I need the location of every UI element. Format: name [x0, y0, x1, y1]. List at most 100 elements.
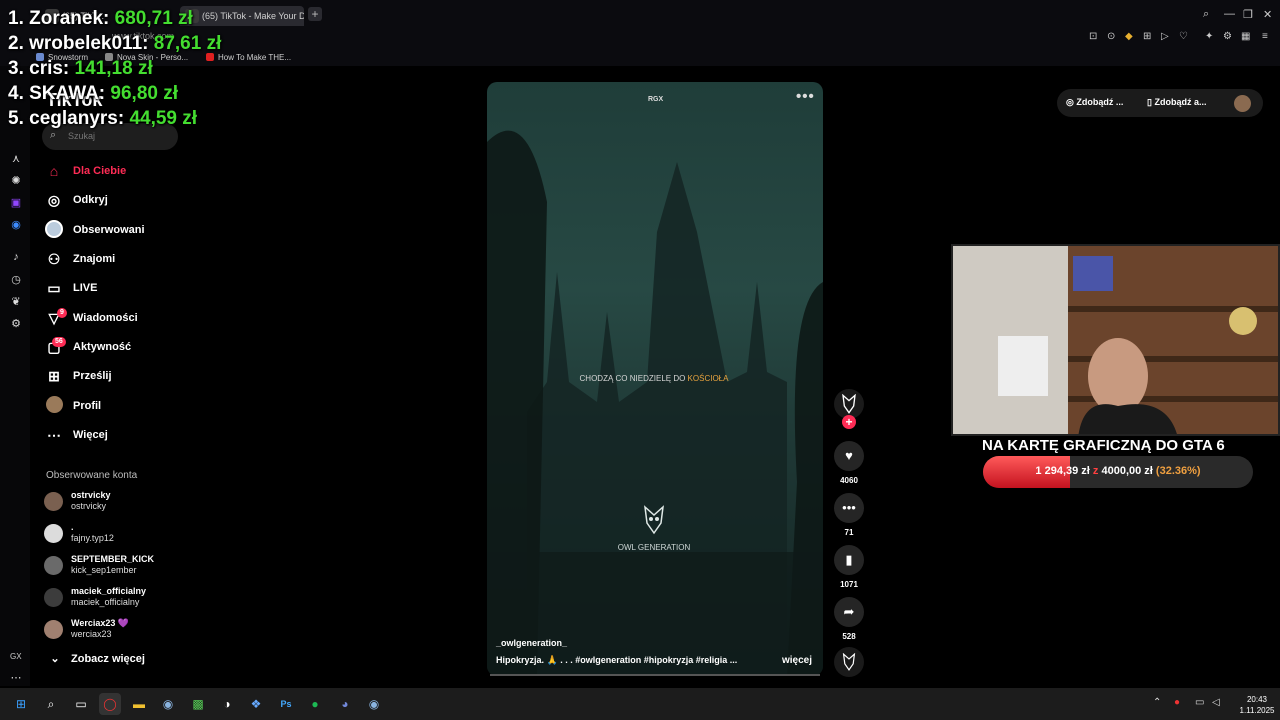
- messages-badge: 9: [57, 308, 67, 318]
- video-options-icon[interactable]: •••: [796, 88, 815, 105]
- screenshot-icon[interactable]: ⊞: [1143, 31, 1151, 42]
- music-icon[interactable]: ♪: [9, 250, 23, 264]
- nav-friends[interactable]: ⚇ Znajomi: [42, 246, 178, 272]
- camera-icon[interactable]: ⊙: [1107, 31, 1115, 42]
- goal-amounts: 1 294,39 zł z 4000,00 zł (32.36%): [1035, 465, 1201, 477]
- nav-live[interactable]: ▭ LIVE: [42, 275, 178, 301]
- obs-icon[interactable]: ◑: [216, 693, 238, 715]
- twitch-icon[interactable]: ▣: [9, 196, 23, 210]
- followed-account[interactable]: . fajny.typ12: [44, 520, 184, 548]
- video-brand-text: OWL GENERATION: [617, 543, 691, 552]
- taskbar-clock[interactable]: 20:43 1.11.2025: [1238, 694, 1276, 716]
- search-input[interactable]: [68, 128, 168, 144]
- owl-avatar-icon: [842, 393, 856, 414]
- start-icon[interactable]: ⊞: [10, 693, 32, 715]
- avatar: [44, 492, 63, 511]
- donation-entry: 3. cris: 141,18 zł: [8, 58, 153, 79]
- description-more-button[interactable]: więcej: [782, 655, 812, 666]
- settings-icon[interactable]: ⚙: [9, 317, 23, 331]
- discord-icon[interactable]: ◕: [334, 693, 356, 715]
- heart-outline-icon[interactable]: ♡: [1179, 31, 1188, 42]
- get-app-button[interactable]: ▯ Zdobądź a...: [1147, 97, 1206, 108]
- followed-accounts-heading: Obserwowane konta: [46, 470, 138, 481]
- activity-badge: 56: [52, 337, 66, 347]
- more-icon[interactable]: ⋯: [9, 671, 23, 685]
- spotify-icon[interactable]: ●: [304, 693, 326, 715]
- steam-icon-2[interactable]: ◉: [363, 693, 385, 715]
- see-more-button[interactable]: ⌄ Zobacz więcej: [44, 652, 145, 665]
- avatar: [44, 556, 63, 575]
- donation-entry: 2. wrobelek011: 87,61 zł: [8, 33, 222, 54]
- video-author[interactable]: _owlgeneration_: [496, 638, 567, 648]
- chevron-down-icon: ⌄: [50, 653, 60, 665]
- live-icon: ▭: [47, 279, 61, 296]
- microphone-icon[interactable]: ●: [1174, 697, 1180, 708]
- play-icon[interactable]: ▷: [1161, 31, 1169, 42]
- network-icon[interactable]: ▭: [1195, 697, 1204, 708]
- tab-title: (65) TikTok - Make Your D: [202, 11, 304, 21]
- user-avatar[interactable]: [1234, 95, 1251, 112]
- donation-entry: 4. SKAWA: 96,80 zł: [8, 83, 179, 104]
- messenger-icon[interactable]: ◉: [9, 218, 23, 232]
- search-icon[interactable]: ⌕: [40, 693, 62, 715]
- following-avatar-icon: [42, 219, 66, 241]
- video-progress-bar[interactable]: [490, 674, 820, 676]
- followed-account[interactable]: SEPTEMBER_KICK kick_sep1ember: [44, 552, 184, 580]
- minimize-icon[interactable]: —: [1224, 8, 1235, 20]
- photoshop-icon[interactable]: Ps: [275, 693, 297, 715]
- nav-for-you[interactable]: ⌂ Dla Ciebie: [42, 158, 178, 184]
- nav-explore[interactable]: ◎ Odkryj: [42, 187, 178, 213]
- follow-plus-button[interactable]: +: [842, 415, 856, 429]
- avatar: [44, 620, 63, 639]
- friends-icon: ⚇: [47, 250, 61, 267]
- comment-count: 71: [844, 528, 854, 537]
- save-count: 1071: [840, 580, 858, 589]
- new-tab-button[interactable]: +: [308, 7, 322, 21]
- davinci-icon[interactable]: ❖: [245, 693, 267, 715]
- nav-upload[interactable]: ⊞ Prześlij: [42, 363, 178, 389]
- donation-entry: 1. Zoranek: 680,71 zł: [8, 8, 193, 29]
- followed-account[interactable]: maciek_officialny maciek_officialny: [44, 584, 184, 612]
- nav-profile[interactable]: Profil: [42, 393, 178, 419]
- like-button[interactable]: ♥: [834, 441, 864, 471]
- menu-icon[interactable]: ≡: [1262, 31, 1268, 42]
- close-icon[interactable]: ✕: [1263, 8, 1272, 21]
- restore-icon[interactable]: ❐: [1243, 8, 1253, 21]
- volume-icon[interactable]: ◁: [1212, 697, 1220, 708]
- share-count: 528: [842, 632, 856, 641]
- nav-more[interactable]: ⋯ Więcej: [42, 422, 178, 448]
- home-icon: ⌂: [49, 163, 59, 179]
- followed-account[interactable]: ostrvicky ostrvicky: [44, 488, 184, 516]
- save-button[interactable]: ▮: [834, 545, 864, 575]
- task-view-icon[interactable]: ▭: [70, 693, 92, 715]
- clock-icon[interactable]: ◷: [9, 273, 23, 287]
- avatar: [44, 588, 63, 607]
- gx-label: GX: [10, 652, 22, 661]
- steam-icon[interactable]: ◉: [157, 693, 179, 715]
- openai-icon[interactable]: ✺: [9, 174, 23, 188]
- owl-logo-icon: [644, 505, 664, 535]
- share-button[interactable]: ➦: [834, 597, 864, 627]
- file-explorer-icon[interactable]: ▬: [128, 693, 150, 715]
- webcam-scene: [953, 246, 1278, 434]
- opera-gx-icon[interactable]: ◯: [99, 693, 121, 715]
- pin-icon[interactable]: ⊡: [1089, 31, 1097, 42]
- sound-disc[interactable]: [834, 647, 864, 677]
- browser-tab-active[interactable]: (65) TikTok - Make Your D: [180, 6, 304, 26]
- settings-icon[interactable]: ⚙: [1223, 31, 1232, 42]
- gx-cursor-icon[interactable]: ⋏: [9, 152, 23, 166]
- followed-account[interactable]: Werciax23 💜 werciax23: [44, 616, 184, 644]
- nav-following[interactable]: Obserwowani: [42, 217, 178, 243]
- chevron-up-icon[interactable]: ⌃: [1153, 697, 1161, 708]
- comment-button[interactable]: •••: [834, 493, 864, 523]
- minecraft-icon[interactable]: ▩: [187, 693, 209, 715]
- extension-icon[interactable]: ✦: [1205, 31, 1213, 42]
- more-icon: ⋯: [47, 426, 61, 443]
- puzzle-icon[interactable]: ▦: [1241, 31, 1250, 42]
- bunny-icon[interactable]: ❦: [9, 295, 23, 309]
- phone-icon: ▯: [1147, 97, 1152, 107]
- get-coins-button[interactable]: ◎ Zdobądź ...: [1066, 97, 1123, 108]
- search-tabs-icon[interactable]: ⌕: [1203, 8, 1209, 21]
- shield-icon[interactable]: ◆: [1125, 31, 1133, 42]
- share-arrow-icon: ➦: [843, 604, 855, 619]
